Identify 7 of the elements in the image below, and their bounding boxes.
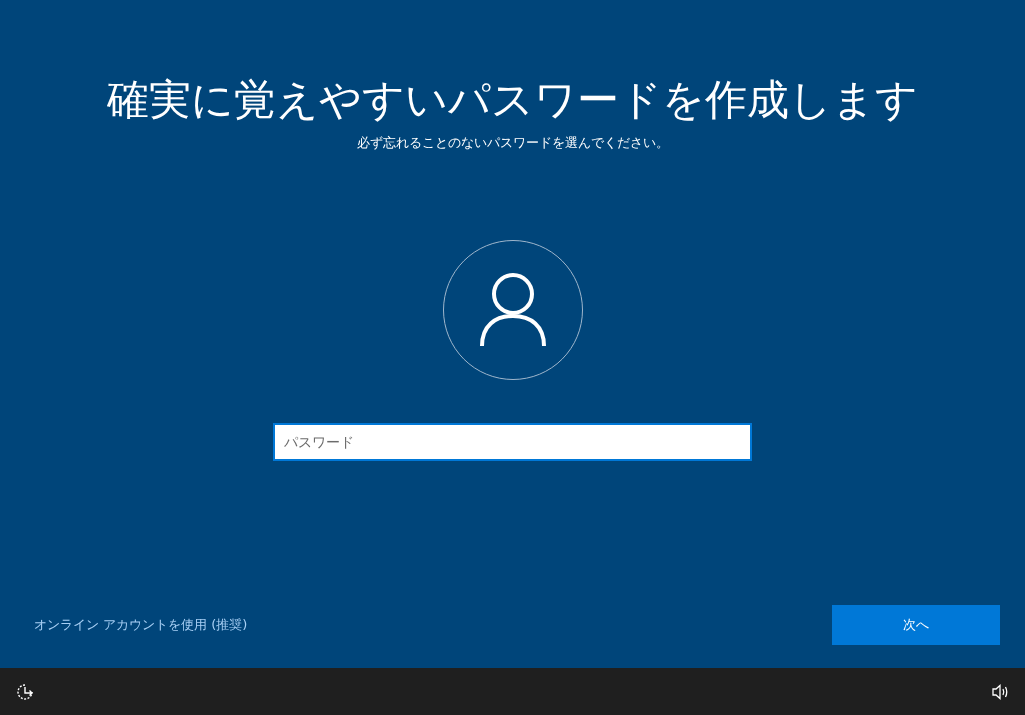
page-subtitle: 必ず忘れることのないパスワードを選んでください。 <box>356 134 669 152</box>
next-button[interactable]: 次へ <box>832 605 1000 645</box>
page-title: 確実に覚えやすいパスワードを作成します <box>107 74 918 126</box>
password-field[interactable]: パスワード <box>273 423 752 461</box>
online-account-link[interactable]: オンライン アカウントを使用 (推奨) <box>34 615 248 635</box>
accessibility-icon[interactable] <box>16 682 34 701</box>
speaker-icon[interactable] <box>991 683 1009 700</box>
